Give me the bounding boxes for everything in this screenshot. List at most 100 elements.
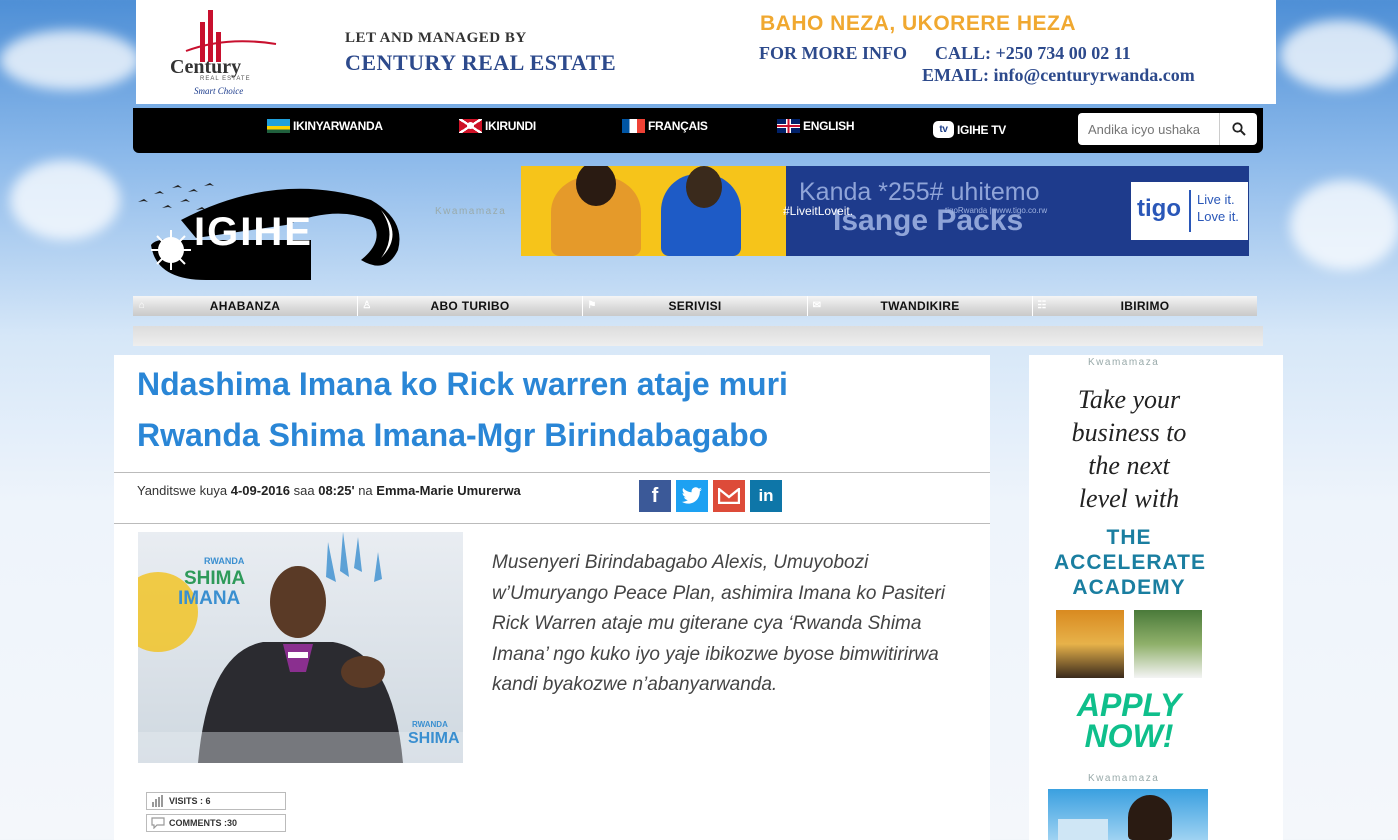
lang-label: FRANÇAIS	[648, 119, 708, 133]
facebook-icon: f	[651, 484, 659, 507]
background-cloud	[1290, 180, 1398, 270]
lang-label: IGIHE TV	[957, 122, 1006, 137]
ad-more-info: FOR MORE INFO	[759, 43, 907, 63]
ad-let-managed: LET AND MANAGED BY	[345, 30, 527, 46]
visits-label: VISITS : 6	[169, 796, 211, 806]
background-cloud	[0, 30, 140, 90]
nav-item-twandikire[interactable]: ✉ TWANDIKIRE	[808, 296, 1033, 316]
visits-counter: VISITS : 6	[146, 792, 286, 810]
ad-hashtag: #LiveitLoveit.	[783, 204, 854, 218]
tigo-slogan-line: Live it.	[1197, 192, 1235, 207]
lang-kinyarwanda-link[interactable]: IKINYARWANDA	[267, 119, 383, 133]
nav-label: IBIRIMO	[1120, 299, 1170, 313]
article-meta: Yanditswe kuya 4-09-2016 saa 08:25' na E…	[137, 483, 521, 498]
france-flag-icon	[622, 119, 645, 133]
century-real-estate-banner[interactable]: Century REAL ESTATE Smart Choice LET AND…	[136, 0, 1276, 104]
article-date: 4-09-2016	[230, 483, 290, 498]
search-button[interactable]	[1219, 113, 1257, 145]
nav-label: TWANDIKIRE	[880, 299, 960, 313]
article-lead: Musenyeri Birindabagabo Alexis, Umuyoboz…	[492, 552, 946, 695]
nav-divider	[133, 326, 1263, 346]
uk-flag-icon	[777, 119, 800, 133]
meta-na: na	[358, 483, 373, 498]
tigo-logo: tigo Live it. Love it.	[1131, 182, 1248, 240]
comments-counter[interactable]: COMMENTS :30	[146, 814, 286, 832]
apply-now-button[interactable]: APPLY NOW!	[1054, 687, 1204, 752]
ad-brand-line: ACCELERATE	[1054, 551, 1206, 574]
lang-english-link[interactable]: ENGLISH	[777, 119, 855, 133]
photo-sign: SHIMA	[408, 730, 460, 747]
ad-tagline-line: business to	[1071, 418, 1187, 447]
share-gmail-button[interactable]	[713, 480, 745, 512]
search-icon	[1231, 122, 1246, 136]
photo-sign: IMANA	[178, 588, 241, 609]
share-twitter-button[interactable]	[676, 480, 708, 512]
ad-brand-line: THE	[1106, 526, 1152, 549]
bar-chart-icon	[152, 795, 163, 807]
igihe-logo[interactable]: IGIHE	[136, 180, 411, 285]
nav-label: AHABANZA	[209, 299, 281, 313]
search-input[interactable]	[1078, 113, 1219, 145]
ad-tagline-line: the next	[1088, 451, 1170, 480]
burundi-flag-icon	[459, 119, 482, 133]
nav-label: ABO TURIBO	[430, 299, 510, 313]
meta-saa: saa	[293, 483, 315, 498]
apply-label: APPLY	[1076, 687, 1182, 723]
sidebar-bottom-ad[interactable]	[1048, 789, 1208, 840]
ad-headline: Kanda *255# uhitemo	[799, 178, 1040, 206]
comments-label: COMMENTS :30	[169, 818, 238, 828]
ad-tagline-line: level with	[1078, 484, 1180, 513]
century-logo: Century REAL ESTATE Smart Choice	[166, 6, 286, 98]
nav-label: SERIVISI	[668, 299, 722, 313]
nav-item-ahabanza[interactable]: ⌂ AHABANZA	[133, 296, 358, 316]
rwanda-flag-icon	[267, 119, 290, 133]
lang-label: IKIRUNDI	[485, 119, 536, 133]
article-time: 08:25'	[318, 483, 355, 498]
lang-french-link[interactable]: FRANÇAIS	[622, 119, 708, 133]
lang-label: IKINYARWANDA	[293, 119, 383, 133]
ad-tagline-line: Take your	[1077, 385, 1181, 414]
flag-icon: ⚑	[587, 300, 597, 311]
ad-tagline: Take your business to the next level wit…	[1054, 383, 1204, 515]
share-linkedin-button[interactable]: in	[750, 480, 782, 512]
divider	[114, 472, 990, 473]
linkedin-icon: in	[758, 486, 774, 505]
article-photo[interactable]: RWANDA SHIMA IMANA RWANDA SHIMA	[138, 532, 463, 763]
article-title: Ndashima Imana ko Rick warren ataje muri…	[137, 366, 788, 453]
accelerate-academy-ad[interactable]: Take your business to the next level wit…	[1054, 383, 1206, 752]
ad-email: EMAIL: info@centuryrwanda.com	[922, 65, 1195, 85]
ad-label: Kwamamaza	[1088, 357, 1160, 368]
nav-item-serivisi[interactable]: ⚑ SERIVISI	[583, 296, 808, 316]
ad-photos	[1054, 610, 1204, 678]
tigo-banner-ad[interactable]: Kanda *255# uhitemo Isange Packs #Liveit…	[521, 166, 1249, 256]
tigo-slogan: Live it. Love it.	[1197, 191, 1239, 225]
ad-person-image	[1128, 795, 1172, 840]
ad-label: Kwamamaza	[435, 206, 507, 217]
photo-sign: SHIMA	[184, 568, 246, 589]
share-facebook-button[interactable]: f	[639, 480, 671, 512]
background-cloud	[1280, 20, 1398, 90]
background-cloud	[10, 160, 120, 240]
home-icon: ⌂	[138, 300, 146, 311]
photo-sign: RWANDA	[204, 556, 245, 566]
tigo-slogan-line: Love it.	[1197, 209, 1239, 224]
photo-sign: RWANDA	[412, 720, 448, 729]
twitter-icon	[681, 487, 702, 504]
gmail-icon	[718, 488, 740, 504]
ad-label: Kwamamaza	[1088, 773, 1160, 784]
ad-brand: THE ACCELERATE ACADEMY	[1054, 525, 1206, 600]
lang-label: ENGLISH	[803, 119, 855, 133]
ad-person-image	[686, 166, 722, 208]
language-bar: IKINYARWANDA IKIRUNDI FRANÇAIS ENGLISH t…	[133, 108, 1263, 153]
igihe-tv-link[interactable]: tv IGIHE TV	[933, 121, 1006, 138]
ad-brand-line: ACADEMY	[1072, 576, 1186, 599]
ad-person-image	[1056, 610, 1124, 678]
nav-item-ibirimo[interactable]: ☷ IBIRIMO	[1033, 296, 1257, 316]
nav-item-abo-turibo[interactable]: ♙ ABO TURIBO	[358, 296, 583, 316]
article-author: Emma-Marie Umurerwa	[376, 483, 521, 498]
sitemap-icon: ☷	[1037, 300, 1047, 311]
lang-kirundi-link[interactable]: IKIRUNDI	[459, 119, 536, 133]
igihe-logo-text: IGIHE	[194, 210, 313, 254]
ad-person-image	[1134, 610, 1202, 678]
mail-icon: ✉	[812, 300, 822, 311]
